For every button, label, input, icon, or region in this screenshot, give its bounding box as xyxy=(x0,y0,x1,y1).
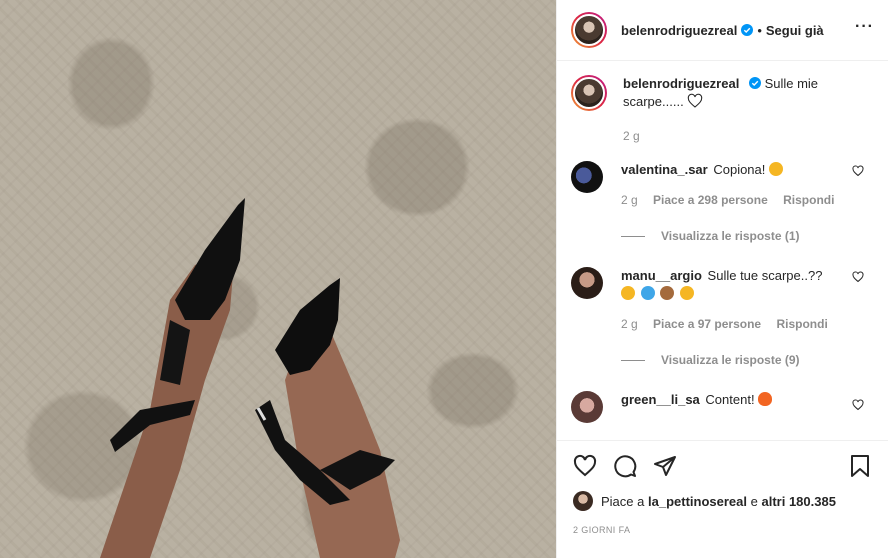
caption-row: belenrodriguezreal Sulle mie scarpe.....… xyxy=(571,75,888,145)
comments-list: belenrodriguezreal Sulle mie scarpe.....… xyxy=(557,61,888,440)
reply-button[interactable]: Rispondi xyxy=(776,317,827,331)
caption-meta: 2 g xyxy=(623,127,863,145)
comment-body: valentina_.sar Copiona! 2 g Piace a 298 … xyxy=(621,161,861,245)
tears-of-joy-emoji-icon xyxy=(679,286,694,300)
like-comment-heart-icon[interactable] xyxy=(852,271,864,283)
verified-badge-icon xyxy=(748,77,761,89)
view-replies-label: Visualizza le risposte (1) xyxy=(661,229,800,243)
comment-likes[interactable]: Piace a 97 persone xyxy=(653,317,761,331)
comment-body: green__li_sa Content! xyxy=(621,391,861,423)
comment-time[interactable]: 2 g xyxy=(621,317,638,331)
comment-avatar[interactable] xyxy=(571,267,603,299)
reply-button[interactable]: Rispondi xyxy=(783,193,834,207)
verified-badge-icon xyxy=(741,24,754,36)
post-sidebar: belenrodriguezreal • Segui già ··· belen… xyxy=(556,0,888,558)
comment-row: green__li_sa Content! xyxy=(571,391,888,423)
post-actions: Piace a la_pettinosereal e altri 180.385… xyxy=(557,440,888,558)
replies-line xyxy=(621,359,645,361)
action-icons-bar xyxy=(573,441,872,491)
comment-meta: 2 g Piace a 97 persone Rispondi xyxy=(621,315,861,333)
comment-username[interactable]: green__li_sa xyxy=(621,392,700,407)
comment-likes[interactable]: Piace a 298 persone xyxy=(653,193,768,207)
caption-time[interactable]: 2 g xyxy=(623,129,640,143)
post-photo[interactable] xyxy=(0,0,556,558)
instagram-post: belenrodriguezreal • Segui già ··· belen… xyxy=(0,0,888,558)
fire-emoji-icon xyxy=(758,392,773,406)
comment-avatar[interactable] xyxy=(571,391,603,423)
replies-line xyxy=(621,235,645,237)
comment-body: manu__argio Sulle tue scarpe..?? 2 g Pia… xyxy=(621,267,861,369)
scream-face-emoji-icon xyxy=(621,286,635,300)
comment-meta: 2 g Piace a 298 persone Rispondi xyxy=(621,191,861,209)
comment-row: manu__argio Sulle tue scarpe..?? 2 g Pia… xyxy=(571,267,888,369)
caption-username[interactable]: belenrodriguezreal xyxy=(623,76,739,91)
comment-bubble-icon[interactable] xyxy=(613,454,637,478)
likes-prefix: Piace a xyxy=(601,493,645,509)
likes-others-count[interactable]: altri 180.385 xyxy=(761,494,835,509)
caption-body: belenrodriguezreal Sulle mie scarpe.....… xyxy=(623,75,863,145)
see-no-evil-monkey-emoji-icon xyxy=(660,286,675,300)
liker-username[interactable]: la_pettinosereal xyxy=(648,494,747,509)
like-comment-heart-icon[interactable] xyxy=(852,399,864,411)
heart-outline-icon xyxy=(688,93,703,108)
comment-text: Copiona! xyxy=(713,162,766,177)
caption-avatar[interactable] xyxy=(571,75,607,111)
author-username[interactable]: belenrodriguezreal xyxy=(621,23,737,38)
post-date[interactable]: 2 GIORNI FA xyxy=(573,525,872,535)
separator-dot: • xyxy=(757,22,762,38)
post-header: belenrodriguezreal • Segui già ··· xyxy=(557,0,888,61)
author-avatar[interactable] xyxy=(571,12,607,48)
like-comment-heart-icon[interactable] xyxy=(852,165,864,177)
comment-text: Sulle tue scarpe..?? xyxy=(707,268,823,283)
sweat-drops-emoji-icon xyxy=(640,286,655,300)
likes-suffix: e xyxy=(750,493,758,509)
likes-summary: Piace a la_pettinosereal e altri 180.385 xyxy=(573,491,872,511)
comment-username[interactable]: manu__argio xyxy=(621,268,702,283)
comment-username[interactable]: valentina_.sar xyxy=(621,162,708,177)
share-paper-plane-icon[interactable] xyxy=(653,454,677,478)
comment-row: valentina_.sar Copiona! 2 g Piace a 298 … xyxy=(571,161,888,245)
like-heart-icon[interactable] xyxy=(573,454,597,478)
view-replies-button[interactable]: Visualizza le risposte (1) xyxy=(621,227,861,245)
view-replies-button[interactable]: Visualizza le risposte (9) xyxy=(621,351,861,369)
comment-avatar[interactable] xyxy=(571,161,603,193)
tongue-face-emoji-icon xyxy=(769,162,784,176)
view-replies-label: Visualizza le risposte (9) xyxy=(661,353,800,367)
more-options-icon[interactable]: ··· xyxy=(855,19,874,35)
liker-avatar[interactable] xyxy=(573,491,593,511)
shoes-illustration xyxy=(100,198,400,558)
save-bookmark-icon[interactable] xyxy=(848,454,872,478)
comment-text: Content! xyxy=(705,392,755,407)
comment-time[interactable]: 2 g xyxy=(621,193,638,207)
follow-status-button[interactable]: Segui già xyxy=(766,23,824,38)
